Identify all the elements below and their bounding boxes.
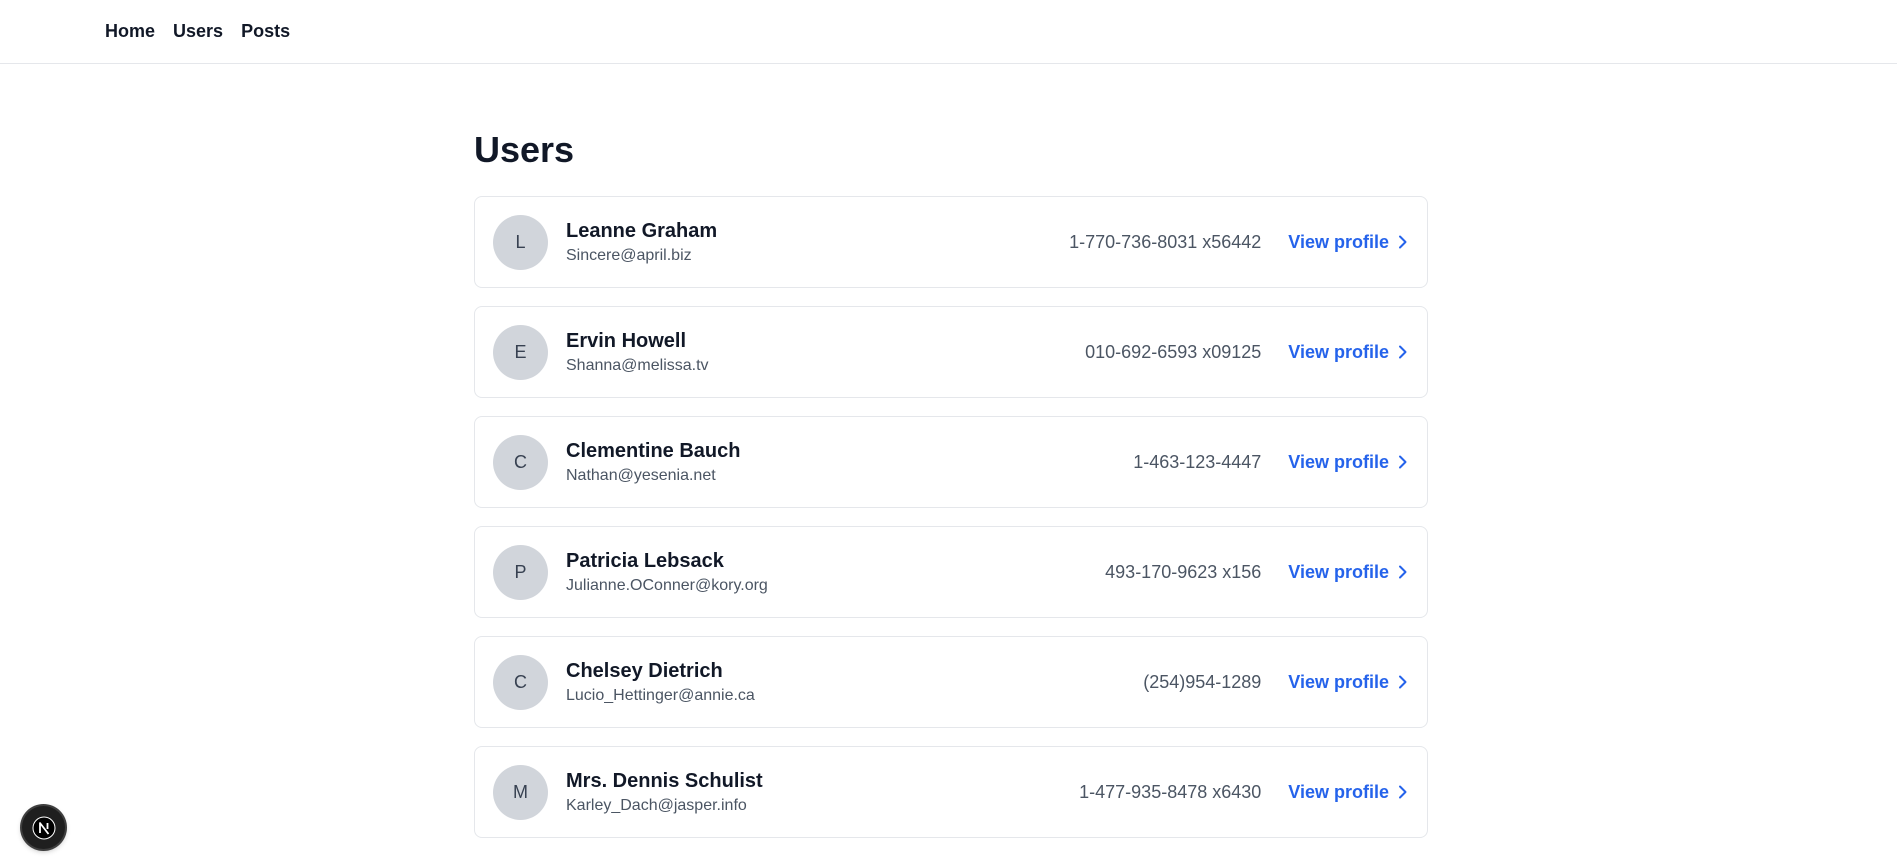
user-name: Ervin Howell	[566, 329, 687, 352]
page-title: Users	[474, 129, 575, 170]
user-name: Leanne Graham	[566, 219, 718, 242]
view-profile-label: View profile	[1288, 451, 1389, 472]
view-profile-link[interactable]: View profile	[1288, 562, 1409, 583]
user-list: L Leanne Graham Sincere@april.biz 1-770-…	[474, 196, 1428, 838]
user-name: Patricia Lebsack	[566, 549, 724, 572]
view-profile-link[interactable]: View profile	[1288, 672, 1409, 693]
user-card: L Leanne Graham Sincere@april.biz 1-770-…	[474, 196, 1428, 288]
view-profile-label: View profile	[1288, 341, 1389, 362]
user-info: Ervin Howell Shanna@melissa.tv	[566, 328, 1085, 377]
user-card: M Mrs. Dennis Schulist Karley_Dach@jaspe…	[474, 746, 1428, 838]
view-profile-link[interactable]: View profile	[1288, 782, 1409, 803]
user-phone: 1-770-736-8031 x56442	[1069, 231, 1262, 252]
nav-users[interactable]: Users	[173, 21, 223, 42]
user-email: Karley_Dach@jasper.info	[566, 796, 747, 814]
user-info: Leanne Graham Sincere@april.biz	[566, 218, 1069, 267]
nextjs-logo-icon	[32, 816, 55, 839]
user-phone: 1-463-123-4447	[1133, 451, 1262, 472]
main-content: Users L Leanne Graham Sincere@april.biz …	[474, 64, 1428, 856]
user-email: Shanna@melissa.tv	[566, 356, 709, 374]
user-info: Chelsey Dietrich Lucio_Hettinger@annie.c…	[566, 658, 1143, 707]
chevron-right-icon	[1399, 455, 1407, 469]
chevron-right-icon	[1399, 235, 1407, 249]
view-profile-label: View profile	[1288, 231, 1389, 252]
nextjs-dev-tools-button[interactable]	[22, 806, 65, 849]
user-phone: 493-170-9623 x156	[1105, 561, 1262, 582]
view-profile-link[interactable]: View profile	[1288, 232, 1409, 253]
nav-posts[interactable]: Posts	[241, 21, 290, 42]
user-phone: 1-477-935-8478 x6430	[1079, 781, 1262, 802]
avatar: E	[493, 324, 548, 380]
user-info: Patricia Lebsack Julianne.OConner@kory.o…	[566, 548, 1105, 597]
user-name: Clementine Bauch	[566, 439, 741, 462]
chevron-right-icon	[1399, 565, 1407, 579]
user-phone: 010-692-6593 x09125	[1085, 341, 1262, 362]
user-email: Sincere@april.biz	[566, 246, 692, 264]
user-info: Mrs. Dennis Schulist Karley_Dach@jasper.…	[566, 768, 1079, 817]
avatar: P	[493, 544, 548, 600]
user-card: C Chelsey Dietrich Lucio_Hettinger@annie…	[474, 636, 1428, 728]
user-phone: (254)954-1289	[1143, 671, 1262, 692]
chevron-right-icon	[1399, 345, 1407, 359]
user-email: Nathan@yesenia.net	[566, 466, 716, 484]
avatar: L	[493, 214, 548, 270]
user-email: Julianne.OConner@kory.org	[566, 576, 768, 594]
view-profile-link[interactable]: View profile	[1288, 452, 1409, 473]
view-profile-label: View profile	[1288, 671, 1389, 692]
user-card: C Clementine Bauch Nathan@yesenia.net 1-…	[474, 416, 1428, 508]
avatar: M	[493, 764, 548, 820]
view-profile-label: View profile	[1288, 781, 1389, 802]
user-info: Clementine Bauch Nathan@yesenia.net	[566, 438, 1133, 487]
user-card: P Patricia Lebsack Julianne.OConner@kory…	[474, 526, 1428, 618]
chevron-right-icon	[1399, 785, 1407, 799]
top-navigation: Home Users Posts	[0, 0, 1897, 64]
user-name: Mrs. Dennis Schulist	[566, 769, 763, 792]
chevron-right-icon	[1399, 675, 1407, 689]
avatar: C	[493, 434, 548, 490]
view-profile-link[interactable]: View profile	[1288, 342, 1409, 363]
avatar: C	[493, 654, 548, 710]
view-profile-label: View profile	[1288, 561, 1389, 582]
user-name: Chelsey Dietrich	[566, 659, 723, 682]
user-email: Lucio_Hettinger@annie.ca	[566, 686, 755, 704]
user-card: E Ervin Howell Shanna@melissa.tv 010-692…	[474, 306, 1428, 398]
nav-home[interactable]: Home	[105, 21, 155, 42]
